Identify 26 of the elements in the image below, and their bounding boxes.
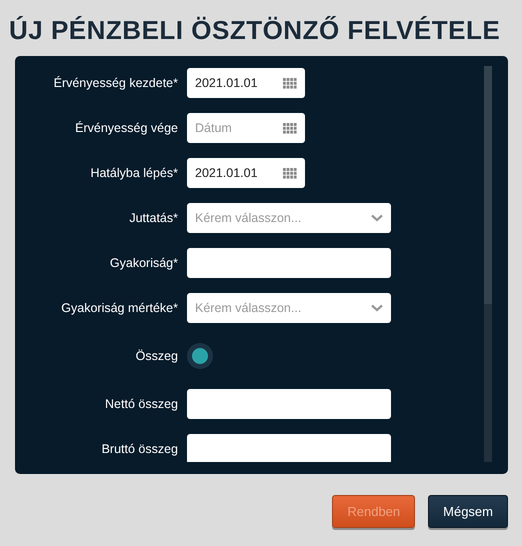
toggle[interactable] (187, 343, 213, 369)
field-label: Érvényesség vége (74, 121, 178, 135)
field-label: Hatályba lépés* (89, 166, 178, 180)
field-label: Érvényesség kezdete* (52, 76, 178, 90)
cancel-button[interactable]: Mégsem (428, 495, 508, 528)
field-label: Juttatás* (128, 211, 178, 225)
calendar-icon[interactable] (283, 78, 297, 88)
calendar-icon[interactable] (283, 122, 297, 134)
field-label: Bruttó összeg (100, 442, 178, 456)
date-field[interactable]: Dátum (187, 113, 305, 143)
input-field[interactable] (187, 434, 391, 462)
field-label: Gyakoriság mértéke* (60, 301, 178, 315)
calendar-icon[interactable] (283, 168, 297, 178)
field-label: Nettó összeg (104, 397, 178, 411)
field-label: Összeg (134, 349, 178, 363)
date-field[interactable]: 2021.01.01 (187, 158, 305, 188)
scrollbar[interactable] (484, 66, 492, 462)
field-label: Gyakoriság* (108, 256, 178, 270)
input-field[interactable] (187, 389, 391, 419)
chevron-down-icon[interactable] (371, 214, 383, 222)
select-field[interactable]: Kérem válasszon... (187, 203, 391, 233)
chevron-down-icon[interactable] (371, 304, 383, 312)
date-field[interactable]: 2021.01.01 (187, 68, 305, 98)
select-field[interactable]: Kérem válasszon... (187, 293, 391, 323)
page-title: ÚJ PÉNZBELI ÖSZTÖNZŐ FELVÉTELE (9, 14, 502, 47)
input-field[interactable] (187, 248, 391, 278)
